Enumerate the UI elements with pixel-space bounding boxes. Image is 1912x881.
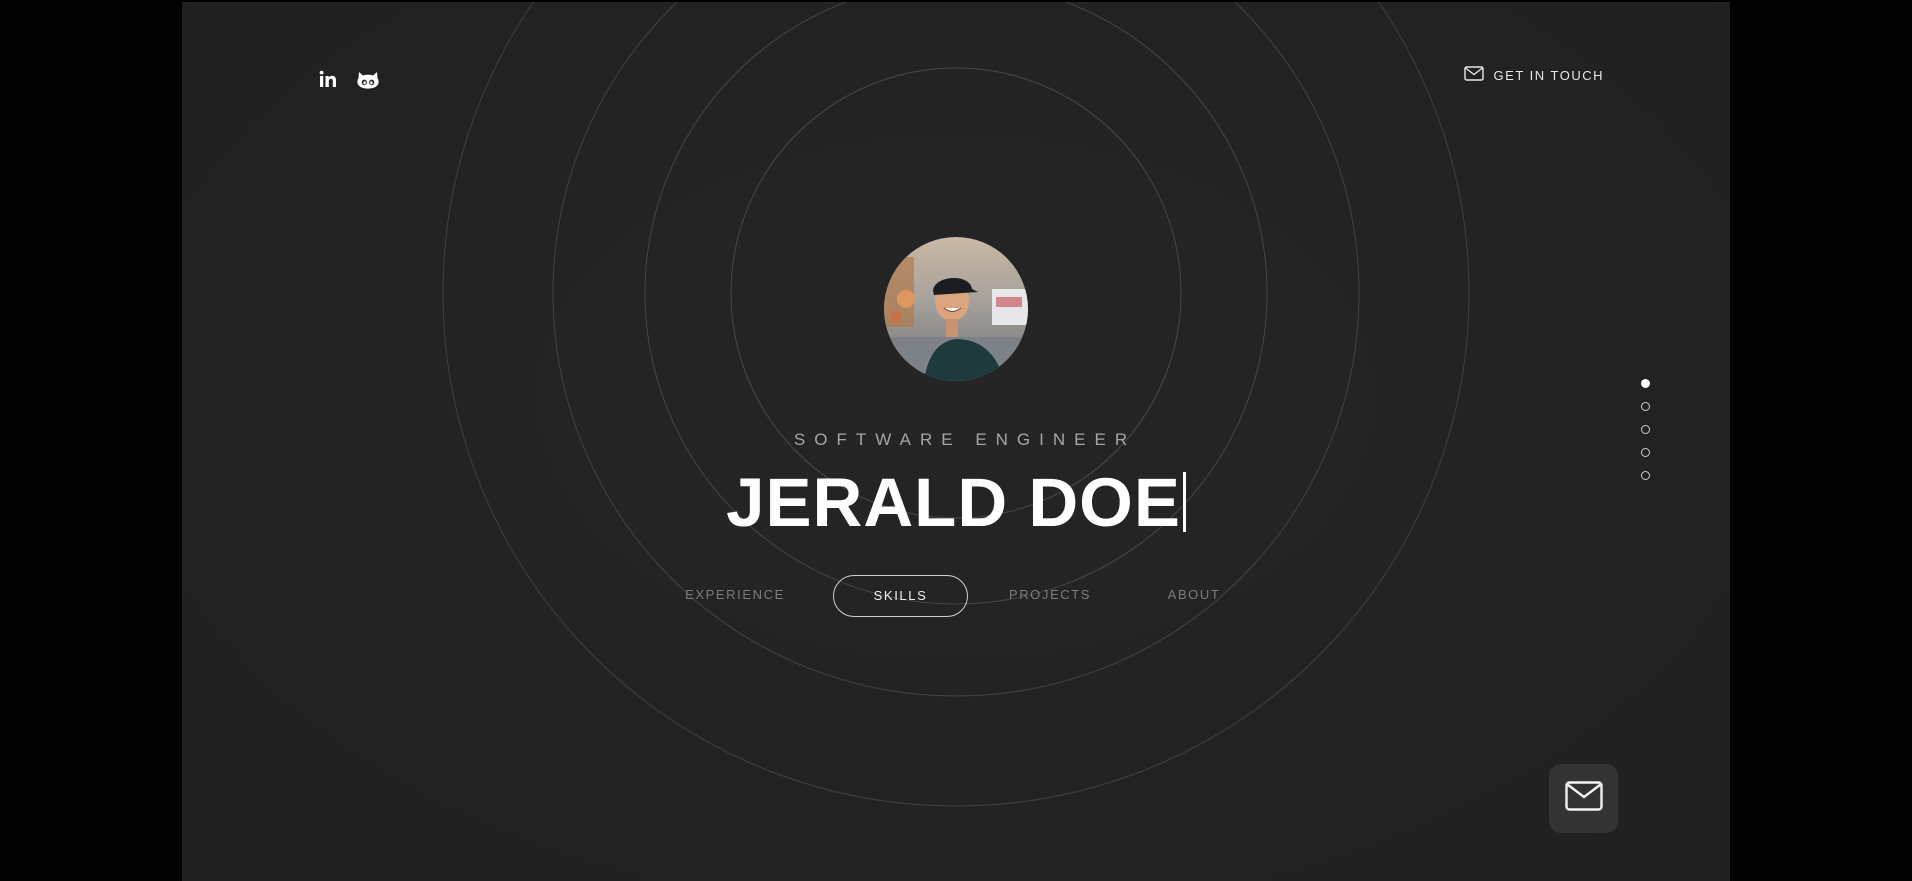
tab-about[interactable]: ABOUT bbox=[1159, 575, 1229, 615]
job-title: SOFTWARE ENGINEER bbox=[793, 430, 1137, 449]
mail-icon bbox=[1564, 781, 1603, 816]
tab-experience[interactable]: EXPERIENCE bbox=[680, 575, 790, 615]
avatar bbox=[884, 237, 1028, 381]
github-icon[interactable] bbox=[357, 68, 379, 90]
section-dot-1[interactable] bbox=[1641, 379, 1650, 388]
tab-skills[interactable]: SKILLS bbox=[833, 575, 968, 617]
profile-photo bbox=[884, 237, 1028, 381]
section-dot-4[interactable] bbox=[1641, 448, 1650, 457]
get-in-touch-label: GET IN TOUCH bbox=[1493, 67, 1604, 83]
hero-name: JERALD DOE bbox=[726, 464, 1181, 541]
section-dot-2[interactable] bbox=[1641, 402, 1650, 411]
section-dot-5[interactable] bbox=[1641, 471, 1650, 480]
mail-fab-button[interactable] bbox=[1549, 764, 1618, 833]
section-dot-3[interactable] bbox=[1641, 425, 1650, 434]
section-tabs: EXPERIENCE SKILLS PROJECTS ABOUT bbox=[182, 575, 1730, 617]
ring-4 bbox=[442, 2, 1470, 807]
page-frame: GET IN TOUCH SOFTWARE ENGINEER JERALD DO… bbox=[182, 2, 1730, 881]
section-pagination bbox=[1641, 379, 1650, 480]
page-title: JERALD DOE bbox=[182, 463, 1730, 543]
typing-caret bbox=[1182, 472, 1186, 532]
tab-projects[interactable]: PROJECTS bbox=[1000, 575, 1100, 615]
mail-icon bbox=[1463, 66, 1484, 84]
linkedin-icon[interactable] bbox=[317, 68, 339, 90]
social-links bbox=[317, 68, 379, 90]
get-in-touch-link[interactable]: GET IN TOUCH bbox=[1463, 66, 1604, 84]
